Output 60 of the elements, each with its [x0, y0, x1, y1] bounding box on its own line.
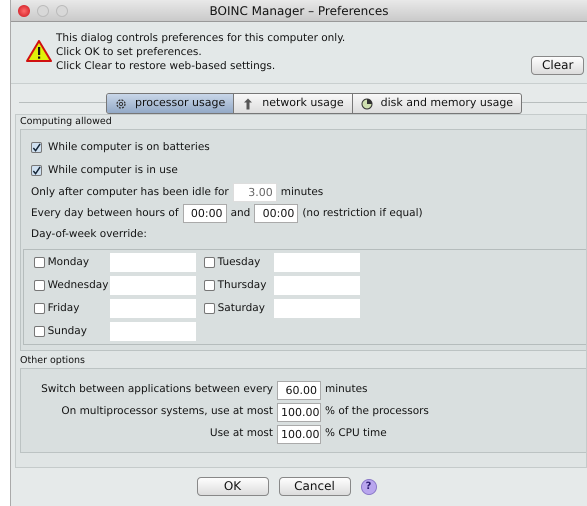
unit-label: minutes [280, 184, 324, 200]
arrow-icon [242, 98, 254, 110]
checkbox[interactable] [204, 303, 215, 314]
clear-button[interactable]: Clear [531, 56, 584, 75]
field-label: On multiprocessor systems, use at most [61, 404, 273, 420]
ok-button[interactable]: OK [196, 477, 268, 496]
field-label: Switch between applications between every [41, 382, 273, 398]
cancel-button[interactable]: Cancel [278, 477, 350, 496]
checkbox[interactable] [31, 142, 42, 153]
checkbox[interactable] [34, 303, 45, 314]
input-field[interactable]: 100.00 [277, 402, 321, 422]
unit-label: % CPU time [325, 426, 388, 442]
time-range-field[interactable] [110, 322, 196, 341]
close-button[interactable] [18, 5, 30, 17]
time-range-field[interactable] [274, 276, 360, 295]
time-field[interactable]: 00:00 [254, 204, 298, 223]
checkbox[interactable] [34, 280, 45, 291]
time-range-field[interactable] [110, 253, 196, 272]
gear-icon [115, 98, 127, 110]
time-range-field[interactable] [110, 299, 196, 318]
warning-icon [26, 40, 52, 62]
checkbox-label: While computer is in use [48, 162, 178, 178]
day-label: Wednesday [48, 278, 108, 293]
checkbox-label: While computer is on batteries [48, 140, 210, 155]
field-label: Use at most [210, 426, 273, 442]
notice-text: Click OK to set preferences. [56, 45, 202, 59]
day-label: Friday [48, 300, 80, 316]
checkbox[interactable] [204, 257, 215, 268]
section-label: Day-of-week override: [31, 226, 147, 242]
time-field[interactable]: 00:00 [182, 204, 227, 223]
group-title: Computing allowed [20, 115, 113, 129]
unit-label: minutes [325, 382, 369, 398]
unit-label: % of the processors [325, 404, 430, 420]
tab[interactable]: disk and memory usage [352, 94, 522, 113]
checkbox[interactable] [31, 165, 42, 176]
checkbox[interactable] [204, 280, 215, 291]
help-button[interactable]: ? [360, 478, 376, 494]
day-label: Monday [48, 254, 90, 270]
input-field[interactable]: 100.00 [277, 424, 321, 444]
time-range-field[interactable] [274, 253, 360, 272]
time-range-field[interactable] [274, 299, 360, 318]
tab[interactable]: network usage [234, 94, 353, 113]
field-label: Only after computer has been idle for [31, 184, 229, 200]
field-label: (no restriction if equal) [302, 206, 423, 221]
checkbox[interactable] [34, 326, 45, 337]
field-label: Every day between hours of [31, 206, 179, 221]
notice-text: Click Clear to restore web-based settings. [56, 59, 276, 73]
group-title: Other options [20, 354, 86, 368]
day-label: Sunday [48, 324, 87, 339]
day-label: Tuesday [218, 254, 260, 270]
time-range-field[interactable] [110, 276, 196, 295]
field-label: and [230, 206, 250, 221]
window-title: BOINC Manager – Preferences [210, 3, 388, 20]
day-label: Saturday [218, 300, 265, 316]
tab[interactable]: processor usage [107, 94, 234, 113]
notice-text: This dialog controls preferences for this computer only. [56, 31, 346, 45]
input-field[interactable]: 60.00 [277, 380, 321, 400]
day-label: Thursday [218, 278, 266, 293]
checkbox[interactable] [34, 257, 45, 268]
pie-chart-icon [360, 98, 373, 110]
